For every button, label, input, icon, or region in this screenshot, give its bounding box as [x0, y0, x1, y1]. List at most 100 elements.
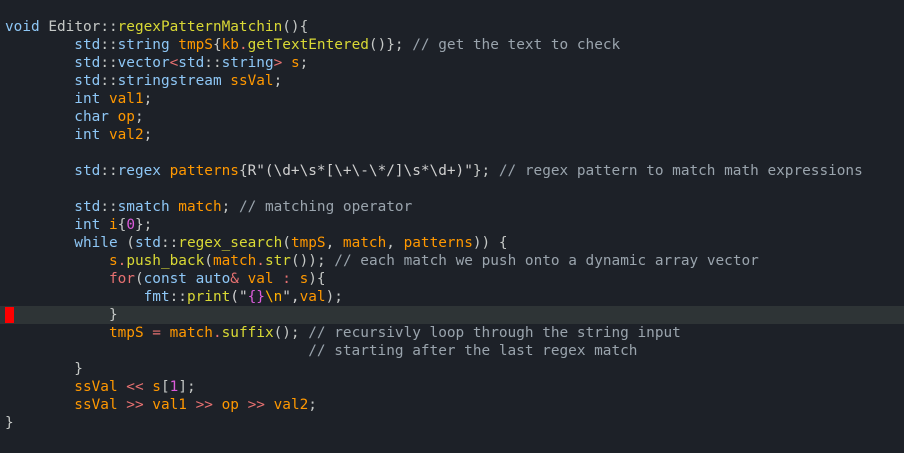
code-token: ()); [290, 253, 335, 269]
code-line[interactable]: for(const auto& val : s){ [0, 270, 904, 288]
code-editor[interactable]: void Editor::regexPatternMatchin(){ std:… [0, 0, 904, 453]
code-token: patterns [169, 163, 239, 179]
code-line[interactable] [0, 144, 904, 162]
code-line[interactable]: // starting after the last regex match [0, 342, 904, 360]
code-token: op [117, 109, 135, 125]
code-token: >> [195, 397, 222, 413]
code-token: regexPatternMatchin [117, 19, 283, 35]
code-token: val2 [273, 397, 309, 413]
code-token: (); [273, 325, 309, 341]
code-token: . [117, 253, 127, 269]
code-token: << [126, 379, 153, 395]
code-token: std [5, 73, 101, 89]
code-token: stringstream [117, 73, 231, 89]
code-line[interactable]: while (std::regex_search(tmpS, match, pa… [0, 234, 904, 252]
code-token: int [5, 91, 109, 107]
code-token: int [5, 127, 109, 143]
code-token: string [221, 55, 274, 71]
code-token: :: [100, 37, 118, 53]
code-token: ssVal [5, 379, 127, 395]
code-token: (){ [282, 19, 309, 35]
code-token: int [5, 217, 109, 233]
code-line[interactable]: void Editor::regexPatternMatchin(){ [0, 18, 904, 36]
code-token: ; [221, 199, 239, 215]
code-line[interactable]: tmpS = match.suffix(); // recursivly loo… [0, 324, 904, 342]
code-line[interactable] [0, 180, 904, 198]
code-token: :: [100, 19, 118, 35]
code-token: smatch [117, 199, 179, 215]
code-token: getTextEntered [247, 37, 369, 53]
code-token: regex_search [178, 235, 283, 251]
code-text: ssVal >> val1 >> op >> val2; [5, 396, 317, 414]
code-token: ; [273, 73, 283, 89]
code-token: val [247, 271, 283, 287]
code-token: ()}; [368, 37, 413, 53]
code-line[interactable]: } [0, 414, 904, 432]
code-token: :: [100, 163, 118, 179]
code-line[interactable]: int val1; [0, 90, 904, 108]
code-token: R"(\d+\s*[\+\-\*/]\s*\d+)" [247, 163, 473, 179]
code-token: ssVal [230, 73, 274, 89]
code-token: char [5, 109, 118, 125]
code-token: , [386, 235, 404, 251]
code-line[interactable]: ssVal >> val1 >> op >> val2; [0, 396, 904, 414]
code-text: // starting after the last regex match [5, 342, 637, 360]
code-token: )) { [472, 235, 508, 251]
code-line[interactable]: } [0, 360, 904, 378]
code-token: \n [264, 289, 283, 305]
code-line[interactable]: s.push_back(match.str()); // each match … [0, 252, 904, 270]
code-text: void Editor::regexPatternMatchin(){ [5, 18, 308, 36]
code-text: } [5, 306, 118, 324]
code-token: :: [169, 289, 187, 305]
code-line[interactable]: ssVal << s[1]; [0, 378, 904, 396]
code-token: std [5, 37, 101, 53]
code-token: auto [195, 271, 231, 287]
code-line[interactable]: int val2; [0, 126, 904, 144]
code-token: { [117, 217, 127, 233]
code-token: ){ [308, 271, 326, 287]
code-line[interactable]: fmt::print("{}\n",val); [0, 288, 904, 306]
code-token: {} [247, 289, 265, 305]
code-line[interactable]: } [0, 306, 904, 324]
code-token: ", [282, 289, 300, 305]
code-token: > [273, 55, 291, 71]
code-token: >> [126, 397, 153, 413]
code-line[interactable]: int i{0}; [0, 216, 904, 234]
code-line[interactable]: std::stringstream ssVal; [0, 72, 904, 90]
code-token: match [178, 199, 222, 215]
code-text: std::vector<std::string> s; [5, 54, 308, 72]
code-token: fmt [5, 289, 170, 305]
code-token: }; [472, 163, 499, 179]
code-text: } [5, 360, 83, 378]
code-line[interactable]: std::string tmpS{kb.getTextEntered()}; /… [0, 36, 904, 54]
code-text: while (std::regex_search(tmpS, match, pa… [5, 234, 508, 252]
code-token: vector [117, 55, 170, 71]
code-text: std::smatch match; // matching operator [5, 198, 412, 216]
code-token: ; [143, 91, 153, 107]
code-line[interactable]: std::smatch match; // matching operator [0, 198, 904, 216]
code-token: // get the text to check [412, 37, 621, 53]
code-token: suffix [221, 325, 274, 341]
code-token: Editor [48, 19, 101, 35]
code-token: tmpS [5, 325, 153, 341]
code-token: string [117, 37, 179, 53]
code-token: (" [230, 289, 248, 305]
code-token: // starting after the last regex match [5, 343, 638, 359]
code-token: match [212, 253, 257, 269]
code-line[interactable]: char op; [0, 108, 904, 126]
code-token: for [5, 271, 135, 287]
code-line[interactable]: std::vector<std::string> s; [0, 54, 904, 72]
code-token: match [169, 325, 213, 341]
code-token: std [134, 235, 161, 251]
code-token: print [186, 289, 231, 305]
code-token: s [152, 379, 161, 395]
code-token: & [230, 271, 248, 287]
code-token: ( [282, 235, 291, 251]
code-token: str [264, 253, 291, 269]
code-token: { [238, 163, 248, 179]
code-token: std [5, 199, 101, 215]
code-text: } [5, 414, 14, 432]
code-token: 1 [169, 379, 179, 395]
code-token: = [152, 325, 170, 341]
code-line[interactable]: std::regex patterns{R"(\d+\s*[\+\-\*/]\s… [0, 162, 904, 180]
